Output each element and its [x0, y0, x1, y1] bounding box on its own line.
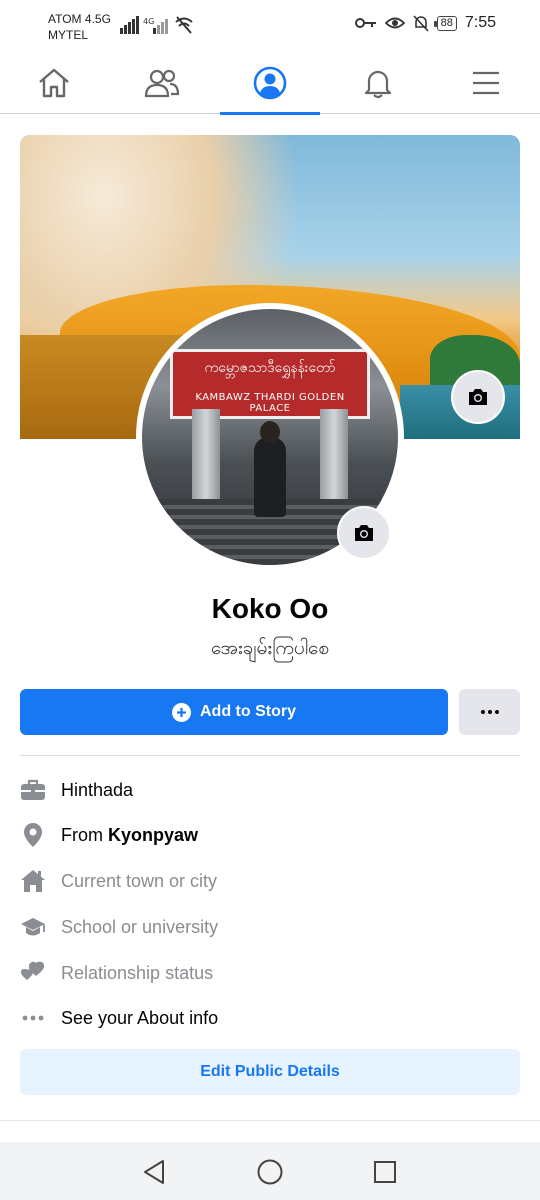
back-button[interactable] [140, 1158, 168, 1186]
signal-strength-icon [120, 16, 139, 34]
recents-square-icon [374, 1161, 396, 1183]
home-circle-icon [257, 1159, 283, 1185]
profile-name: Koko Oo [211, 593, 329, 624]
house-icon [20, 868, 46, 894]
detail-current-city-text: Current town or city [61, 870, 218, 891]
wifi-off-icon [175, 16, 193, 34]
detail-work-text: Hinthada [61, 779, 134, 800]
system-navigation-bar [0, 1142, 540, 1200]
edit-public-details-button[interactable]: Edit Public Details [20, 1049, 520, 1095]
edit-cover-photo-button[interactable] [451, 370, 505, 424]
back-triangle-icon [144, 1160, 164, 1184]
status-right: 88 7:55 [354, 14, 496, 32]
friends-icon [144, 69, 180, 98]
edit-profile-picture-button[interactable] [337, 506, 391, 560]
more-dots-icon [20, 1005, 46, 1031]
carrier-line-2: MYTEL [48, 28, 89, 42]
palace-sign-myanmar-text: ကမ္ဘောဇသာဒီရွှေနန်းတော် [204, 360, 336, 376]
battery-indicator: 88 [433, 15, 457, 31]
detail-see-about[interactable]: See your About info [20, 1003, 520, 1033]
section-separator [0, 1120, 540, 1121]
detail-current-city[interactable]: Current town or city [20, 866, 520, 896]
hearts-icon [20, 960, 46, 986]
add-to-story-button[interactable]: Add to Story [20, 689, 448, 735]
hamburger-icon [473, 71, 499, 95]
carrier-info: ATOM 4.5G MYTEL [48, 11, 111, 43]
detail-education[interactable]: School or university [20, 912, 520, 942]
detail-hometown[interactable]: From Kyonpyaw [20, 820, 520, 850]
more-dots-icon [480, 710, 499, 714]
detail-work[interactable]: Hinthada [20, 775, 520, 805]
briefcase-icon [20, 777, 46, 803]
detail-hometown-prefix: From [61, 824, 108, 845]
divider [20, 755, 520, 756]
signal-4g-icon: 4G [143, 17, 168, 34]
pillar-left [192, 409, 220, 499]
plus-circle-icon [172, 702, 191, 722]
pillar-right [320, 409, 348, 499]
home-system-button[interactable] [256, 1158, 284, 1186]
detail-hometown-text: From Kyonpyaw [61, 825, 198, 846]
detail-hometown-place: Kyonpyaw [108, 824, 199, 845]
profile-icon [253, 66, 287, 100]
more-options-button[interactable] [459, 689, 520, 735]
nav-home[interactable] [0, 52, 108, 114]
detail-see-about-text: See your About info [61, 1007, 219, 1028]
nav-friends[interactable] [108, 52, 216, 114]
person-body [254, 437, 286, 517]
bell-icon [364, 70, 392, 99]
camera-icon [355, 525, 373, 541]
location-pin-icon [20, 822, 46, 848]
detail-education-text: School or university [61, 916, 219, 937]
top-nav [0, 52, 540, 115]
status-bar: ATOM 4.5G MYTEL 4G 88 7:55 [0, 0, 540, 52]
detail-relationship-text: Relationship status [61, 962, 214, 983]
graduation-cap-icon [20, 914, 46, 940]
recents-button[interactable] [371, 1158, 399, 1186]
nav-menu[interactable] [432, 52, 540, 114]
eye-comfort-icon [384, 17, 405, 29]
notifications-muted-icon [413, 15, 429, 32]
home-icon [39, 68, 69, 98]
nav-profile[interactable] [216, 52, 324, 115]
network-badge: 4G [143, 17, 154, 26]
detail-relationship[interactable]: Relationship status [20, 958, 520, 988]
profile-bio[interactable]: အေးချမ်းကြပါစေ [0, 636, 540, 664]
camera-icon [469, 389, 487, 405]
clock: 7:55 [464, 14, 496, 31]
person-head [260, 421, 280, 443]
nav-notifications[interactable] [324, 52, 432, 114]
vpn-key-icon [354, 18, 376, 28]
carrier-line-1: ATOM 4.5G [48, 12, 111, 26]
add-to-story-label: Add to Story [200, 703, 296, 720]
